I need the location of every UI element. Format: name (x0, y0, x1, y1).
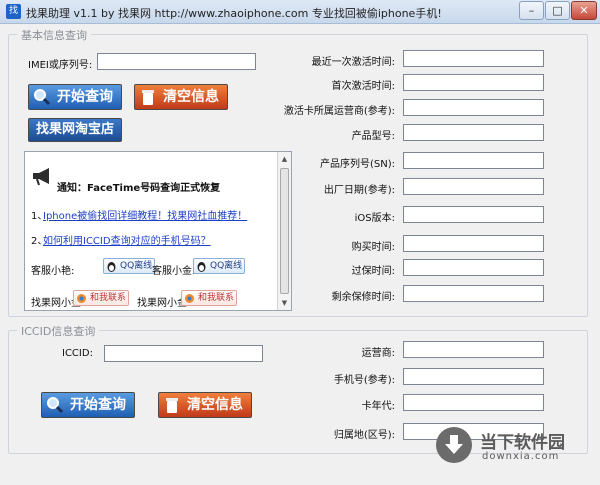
trash-icon (166, 398, 178, 413)
iccid-clear-info-label: 清空信息 (187, 397, 243, 413)
contact-icon (185, 294, 194, 303)
clear-info-label: 清空信息 (163, 89, 219, 105)
maximize-button[interactable]: □ (545, 1, 570, 20)
trash-icon (142, 90, 154, 105)
clear-info-button[interactable]: 清空信息 (134, 84, 228, 110)
field-value[interactable] (403, 285, 544, 302)
shop1-contact-badge[interactable]: 和我联系 (73, 290, 130, 306)
imei-label: IMEI或序列号: (28, 60, 93, 71)
field-value[interactable] (403, 152, 544, 169)
field-value[interactable] (403, 74, 544, 91)
field-label: 产品型号: (351, 131, 395, 142)
iccid-input[interactable] (104, 345, 263, 362)
imei-input[interactable] (97, 53, 256, 70)
field-value[interactable] (403, 341, 544, 358)
watermark-url: downxia.com (482, 451, 560, 462)
scroll-thumb[interactable] (280, 168, 289, 294)
iccid-info-legend: ICCID信息查询 (17, 323, 100, 339)
field-value[interactable] (403, 235, 544, 252)
notice-title: 通知：FaceTime号码查询正式恢复 (57, 183, 221, 194)
iccid-phone-link[interactable]: 如何利用ICCID查询对应的手机号码？ (43, 232, 211, 247)
field-label: 剩余保修时间: (331, 292, 395, 303)
service2-label: 客服小金: (152, 266, 196, 277)
penguin-icon (107, 262, 116, 272)
service1-qq-label: QQ离线 (120, 261, 153, 271)
shop1-contact-label: 和我联系 (90, 293, 127, 303)
field-value[interactable] (403, 124, 544, 141)
service2-qq-badge[interactable]: QQ离线 (193, 258, 246, 274)
basic-info-legend: 基本信息查询 (17, 27, 91, 43)
scroll-down-arrow[interactable]: ▼ (278, 296, 291, 310)
field-label: 最近一次激活时间: (311, 57, 395, 68)
download-arrow-icon (445, 435, 463, 454)
start-query-label: 开始查询 (57, 89, 113, 105)
app-icon: 找 (6, 4, 21, 19)
iccid-label: ICCID: (62, 348, 93, 359)
field-value[interactable] (403, 99, 544, 116)
field-value[interactable] (403, 394, 544, 411)
minimize-button[interactable]: – (519, 1, 544, 20)
field-label: 运营商: (361, 348, 395, 359)
field-label: 归属地(区号): (333, 430, 395, 441)
field-value[interactable] (403, 178, 544, 195)
magnifier-icon (47, 397, 64, 414)
field-label: 出厂日期(参考): (323, 185, 395, 196)
notice-scrollbar[interactable]: ▲ ▼ (277, 152, 291, 310)
service1-label: 客服小艳: (31, 266, 75, 277)
iccid-clear-info-button[interactable]: 清空信息 (158, 392, 252, 418)
taobao-store-button[interactable]: 找果网淘宝店 (28, 118, 122, 142)
field-label: 手机号(参考): (333, 375, 395, 386)
field-value[interactable] (403, 368, 544, 385)
contact-icon (77, 294, 86, 303)
field-label: iOS版本: (354, 213, 395, 224)
field-label: 首次激活时间: (331, 81, 395, 92)
field-label: 激活卡所属运营商(参考): (283, 106, 395, 117)
field-value[interactable] (403, 50, 544, 67)
field-value[interactable] (403, 259, 544, 276)
shop2-contact-badge[interactable]: 和我联系 (181, 290, 238, 306)
field-value[interactable] (403, 206, 544, 223)
scroll-up-arrow[interactable]: ▲ (278, 152, 291, 166)
magnifier-icon (34, 89, 51, 106)
penguin-icon (197, 262, 206, 272)
iccid-start-query-label: 开始查询 (70, 397, 126, 413)
service2-qq-label: QQ离线 (210, 261, 243, 271)
title-bar: 找 找果助理 v1.1 by 找果网 http://www.zhaoiphone… (0, 0, 600, 24)
watermark-title: 当下软件园 (480, 433, 565, 453)
notice-panel[interactable]: 通知：FaceTime号码查询正式恢复 1、 Iphone被偷找回详细教程！找果… (24, 151, 292, 311)
shop2-contact-label: 和我联系 (198, 293, 235, 303)
start-query-button[interactable]: 开始查询 (28, 84, 122, 110)
download-watermark-icon (436, 427, 472, 463)
field-label: 产品序列号(SN): (320, 159, 395, 170)
service1-qq-badge[interactable]: QQ离线 (103, 258, 156, 274)
close-button[interactable]: ✕ (571, 1, 597, 20)
window-title: 找果助理 v1.1 by 找果网 http://www.zhaoiphone.c… (26, 7, 442, 20)
field-label: 购买时间: (351, 242, 395, 253)
iccid-start-query-button[interactable]: 开始查询 (41, 392, 135, 418)
field-label: 过保时间: (351, 266, 395, 277)
megaphone-icon (33, 168, 49, 186)
theft-recovery-tutorial-link[interactable]: Iphone被偷找回详细教程！找果网社血推荐！ (43, 207, 247, 222)
field-label: 卡年代: (361, 401, 395, 412)
